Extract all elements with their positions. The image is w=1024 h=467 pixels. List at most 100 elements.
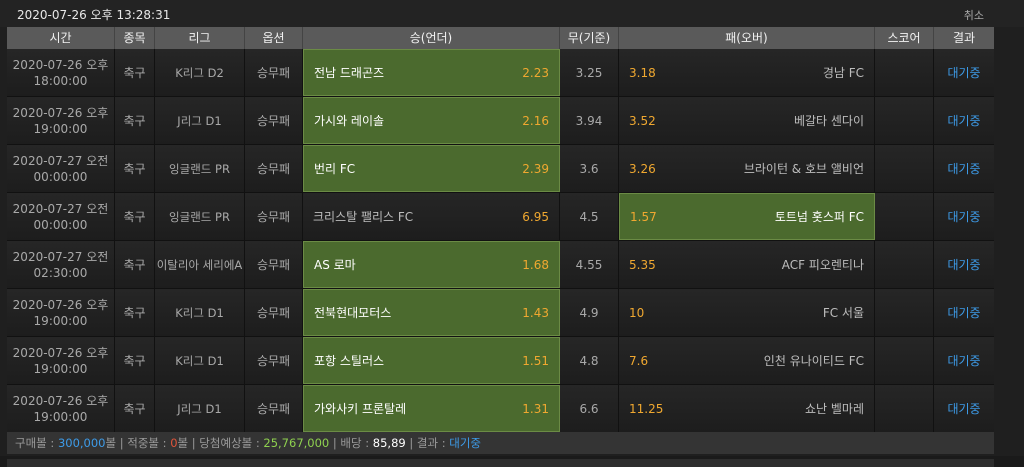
away-team: 토트넘 홋스퍼 FC (774, 210, 864, 224)
col-score: 스코어 (875, 27, 934, 49)
score-cell (875, 49, 934, 96)
away-team: 쇼난 벨마레 (804, 402, 864, 416)
sport-cell: 축구 (115, 97, 155, 144)
draw-odds[interactable]: 4.8 (560, 337, 619, 384)
away-win-cell[interactable]: 10 FC 서울 (619, 289, 875, 336)
league-cell: J리그 D1 (155, 97, 245, 144)
result-status: 대기중 (947, 114, 981, 128)
sport-cell: 축구 (115, 193, 155, 240)
table-row: 2020-07-26 오후 19:00:00 축구 J리그 D1 승무패 가와사키 프론탈… (7, 385, 994, 433)
draw-odds[interactable]: 4.9 (560, 289, 619, 336)
match-clock: 00:00:00 (33, 217, 88, 232)
score-cell (875, 97, 934, 144)
home-win-cell[interactable]: 크리스탈 팰리스 FC 6.95 (303, 193, 560, 240)
home-win-cell[interactable]: 가와사키 프론탈레 1.31 (303, 385, 560, 432)
draw-odds[interactable]: 3.6 (560, 145, 619, 192)
match-clock: 00:00:00 (33, 169, 88, 184)
home-win-cell[interactable]: 전남 드래곤즈 2.23 (303, 49, 560, 96)
home-win-cell[interactable]: 가시와 레이솔 2.16 (303, 97, 560, 144)
bet-datetime: 2020-07-26 오후 13:28:31 (17, 8, 171, 22)
home-team: 전북현대모터스 (314, 306, 392, 320)
expected-value: 25,767,000 (263, 436, 330, 450)
home-odds: 2.16 (522, 113, 549, 128)
match-time: 2020-07-26 오후 19:00:00 (7, 337, 115, 384)
unit-label: 볼 | 적중볼 : (105, 436, 171, 450)
match-time: 2020-07-26 오후 18:00:00 (7, 49, 115, 96)
result-label: | 결과 : (405, 436, 450, 450)
result-status: 대기중 (947, 354, 981, 368)
home-team: AS 로마 (314, 258, 356, 272)
home-team: 포항 스틸러스 (314, 354, 385, 368)
draw-odds[interactable]: 3.25 (560, 49, 619, 96)
home-team: 번리 FC (314, 162, 356, 176)
result-status: 대기중 (947, 306, 981, 320)
score-cell (875, 337, 934, 384)
score-cell (875, 241, 934, 288)
league-cell: K리그 D2 (155, 49, 245, 96)
match-clock: 19:00:00 (33, 121, 88, 136)
sport-cell: 축구 (115, 385, 155, 432)
away-win-cell[interactable]: 3.18 경남 FC (619, 49, 875, 96)
home-win-cell[interactable]: 전북현대모터스 1.43 (303, 289, 560, 336)
home-odds: 1.51 (522, 353, 549, 368)
away-odds: 3.26 (629, 161, 656, 176)
match-time: 2020-07-26 오후 19:00:00 (7, 289, 115, 336)
next-slip-edge (0, 456, 1024, 467)
match-date: 2020-07-26 오후 (12, 57, 109, 72)
away-team: ACF 피오렌티나 (781, 258, 864, 272)
draw-odds[interactable]: 4.5 (560, 193, 619, 240)
draw-odds[interactable]: 4.55 (560, 241, 619, 288)
league-cell: J리그 D1 (155, 385, 245, 432)
bet-summary: 구매볼 : 300,000볼 | 적중볼 : 0볼 | 당첨예상볼 : 25,7… (7, 432, 994, 454)
cancel-button[interactable]: 취소 (964, 7, 984, 23)
table-row: 2020-07-26 오후 19:00:00 축구 K리그 D1 승무패 전북현대모터스 1… (7, 289, 994, 337)
bet-rows: 2020-07-26 오후 18:00:00 축구 K리그 D2 승무패 전남 드래곤즈 2… (7, 49, 994, 433)
home-team: 가와사키 프론탈레 (314, 402, 407, 416)
home-win-cell[interactable]: 포항 스틸러스 1.51 (303, 337, 560, 384)
match-time: 2020-07-27 오전 02:30:00 (7, 241, 115, 288)
away-win-cell[interactable]: 7.6 인천 유나이티드 FC (619, 337, 875, 384)
sport-cell: 축구 (115, 145, 155, 192)
away-win-cell[interactable]: 5.35 ACF 피오렌티나 (619, 241, 875, 288)
draw-odds[interactable]: 6.6 (560, 385, 619, 432)
away-win-cell[interactable]: 11.25 쇼난 벨마레 (619, 385, 875, 432)
result-value: 대기중 (449, 436, 481, 450)
table-row: 2020-07-27 오전 02:30:00 축구 이탈리아 세리에A 승무패 AS 로마… (7, 241, 994, 289)
away-win-cell[interactable]: 3.52 베갈타 센다이 (619, 97, 875, 144)
sport-cell: 축구 (115, 241, 155, 288)
buy-label: 구매볼 : (15, 436, 58, 450)
match-date: 2020-07-26 오후 (12, 105, 109, 120)
league-cell: 잉글랜드 PR (155, 145, 245, 192)
col-league: 리그 (155, 27, 245, 49)
away-win-cell[interactable]: 1.57 토트넘 홋스퍼 FC (619, 193, 875, 240)
away-win-cell[interactable]: 3.26 브라이턴 & 호브 앨비언 (619, 145, 875, 192)
match-time: 2020-07-27 오전 00:00:00 (7, 193, 115, 240)
league-cell: K리그 D1 (155, 337, 245, 384)
option-cell: 승무패 (245, 337, 303, 384)
match-date: 2020-07-27 오전 (12, 249, 109, 264)
match-date: 2020-07-26 오후 (12, 345, 109, 360)
result-status: 대기중 (947, 162, 981, 176)
match-date: 2020-07-26 오후 (12, 393, 109, 408)
home-win-cell[interactable]: AS 로마 1.68 (303, 241, 560, 288)
match-clock: 19:00:00 (33, 361, 88, 376)
home-win-cell[interactable]: 번리 FC 2.39 (303, 145, 560, 192)
league-cell: K리그 D1 (155, 289, 245, 336)
table-row: 2020-07-27 오전 00:00:00 축구 잉글랜드 PR 승무패 번리 FC 2.… (7, 145, 994, 193)
match-clock: 19:00:00 (33, 409, 88, 424)
option-cell: 승무패 (245, 241, 303, 288)
away-team: 경남 FC (822, 66, 864, 80)
result-status: 대기중 (947, 402, 981, 416)
match-time: 2020-07-26 오후 19:00:00 (7, 385, 115, 432)
away-team: 베갈타 센다이 (793, 114, 864, 128)
unit-label-2: 볼 | 당첨예상볼 : (177, 436, 264, 450)
away-team: 인천 유나이티드 FC (763, 354, 864, 368)
draw-odds[interactable]: 3.94 (560, 97, 619, 144)
match-date: 2020-07-27 오전 (12, 201, 109, 216)
match-date: 2020-07-27 오전 (12, 153, 109, 168)
top-bar: 2020-07-26 오후 13:28:31 취소 (0, 0, 1024, 27)
away-team: FC 서울 (822, 306, 864, 320)
match-date: 2020-07-26 오후 (12, 297, 109, 312)
col-time: 시간 (7, 27, 115, 49)
away-odds: 1.57 (630, 209, 657, 224)
